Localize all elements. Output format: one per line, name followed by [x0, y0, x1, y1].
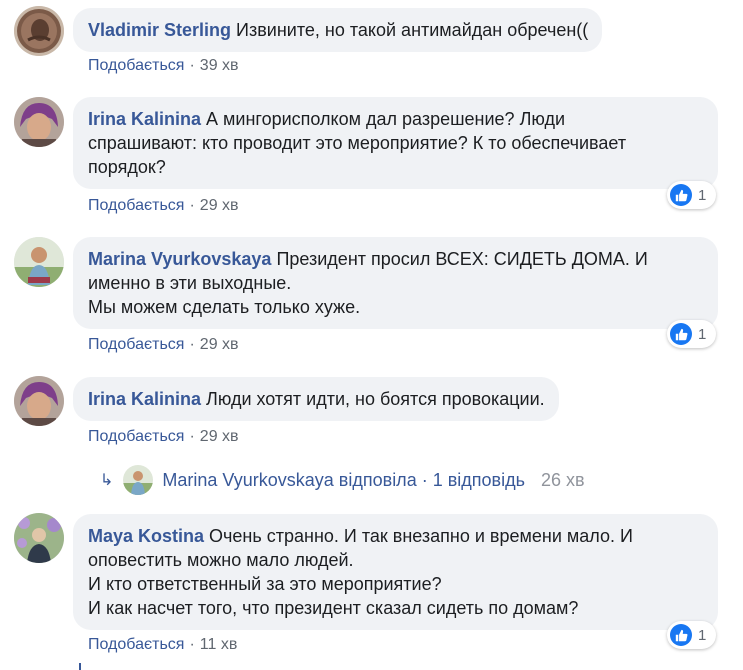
thread-line — [79, 663, 81, 670]
thumbs-up-icon — [670, 184, 692, 206]
reaction-count[interactable]: 1 — [667, 320, 717, 348]
avatar[interactable] — [14, 97, 64, 147]
thumbs-up-icon — [670, 323, 692, 345]
comment-actions: Подобається · 29 хв — [88, 197, 239, 215]
like-button[interactable]: Подобається — [88, 636, 184, 653]
outdoor-portrait-avatar-image — [14, 237, 64, 287]
comment-actions: Подобається · 29 хв — [88, 428, 239, 446]
comment-actions: Подобається · 11 хв — [88, 636, 237, 654]
comment-time[interactable]: 39 хв — [200, 57, 239, 74]
avatar — [123, 465, 154, 495]
comment-bubble: Marina Vyurkovskaya Президент просил ВСЕХ… — [73, 237, 718, 329]
comment-author[interactable]: Vladimir Sterling — [88, 20, 231, 40]
comment-author[interactable]: Marina Vyurkovskaya — [88, 249, 271, 269]
comment-bubble: Irina Kalinina А мингорисполком дал разре… — [73, 97, 718, 189]
reaction-count[interactable]: 1 — [667, 621, 717, 649]
reaction-number: 1 — [698, 186, 707, 204]
comment-author[interactable]: Irina Kalinina — [88, 109, 201, 129]
avatar[interactable] — [14, 513, 64, 563]
like-button[interactable]: Подобається — [88, 197, 184, 214]
reply-arrow-icon: ↳ — [100, 472, 114, 489]
like-button[interactable]: Подобається — [88, 57, 184, 74]
separator: · — [189, 336, 195, 353]
coin-avatar-image — [14, 6, 64, 56]
comment-author[interactable]: Maya Kostina — [88, 526, 204, 546]
comment-author[interactable]: Irina Kalinina — [88, 389, 201, 409]
portrait-avatar-image — [14, 376, 64, 426]
avatar[interactable] — [14, 376, 64, 426]
comment-bubble: Vladimir Sterling Извините, но такой анти… — [73, 8, 603, 52]
avatar[interactable] — [14, 237, 64, 287]
comment-time[interactable]: 11 хв — [200, 636, 238, 653]
comment-time[interactable]: 29 хв — [200, 428, 239, 445]
reaction-number: 1 — [698, 325, 707, 343]
avatar[interactable] — [14, 6, 64, 56]
like-button[interactable]: Подобається — [88, 428, 184, 445]
separator: · — [189, 428, 195, 445]
garden-portrait-avatar-image — [14, 513, 64, 563]
comment-actions: Подобається · 39 хв — [88, 57, 239, 75]
separator: · — [189, 57, 195, 74]
reply-time: 26 хв — [540, 469, 585, 490]
comment-time[interactable]: 29 хв — [200, 197, 239, 214]
view-replies-link[interactable]: ↳ Marina Vyurkovskaya відповіла · 1 відп… — [100, 465, 585, 495]
thumbs-up-icon — [670, 624, 692, 646]
comment-actions: Подобається · 29 хв — [88, 336, 239, 354]
comment-bubble: Irina Kalinina Люди хотят идти, но боятся… — [73, 377, 559, 421]
reaction-number: 1 — [698, 626, 707, 644]
comment-text: Люди хотят идти, но боятся провокации. — [206, 389, 545, 409]
like-button[interactable]: Подобається — [88, 336, 184, 353]
comment-bubble: Maya Kostina Очень странно. И так внезапн… — [73, 514, 718, 630]
reaction-count[interactable]: 1 — [667, 181, 717, 209]
separator: · — [189, 636, 195, 653]
comment-text: Извините, но такой антимайдан обречен(( — [236, 20, 589, 40]
separator: · — [189, 197, 195, 214]
replies-summary-text[interactable]: Marina Vyurkovskaya відповіла · 1 відпов… — [162, 470, 525, 491]
comment-time[interactable]: 29 хв — [200, 336, 239, 353]
portrait-avatar-image — [14, 97, 64, 147]
